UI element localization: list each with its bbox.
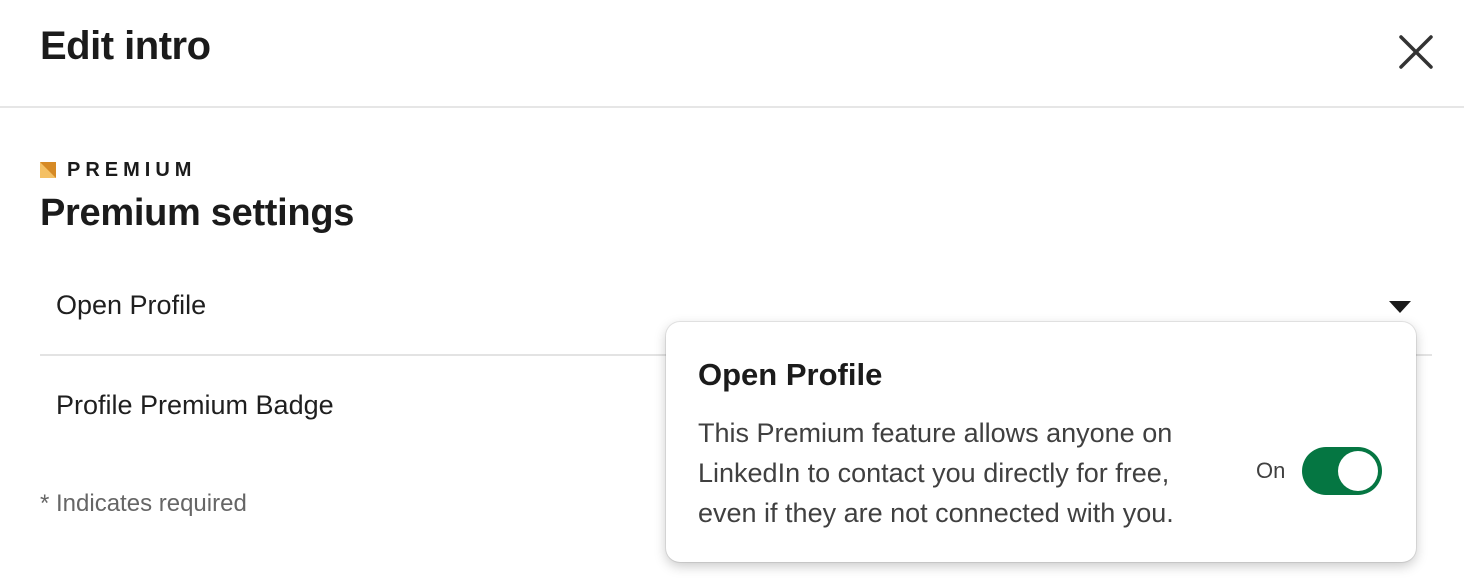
- modal-header: Edit intro: [0, 0, 1464, 108]
- close-button[interactable]: [1392, 28, 1440, 76]
- caret-down-icon[interactable]: [1388, 300, 1412, 314]
- premium-label: PREMIUM: [67, 158, 197, 181]
- close-icon: [1399, 35, 1433, 69]
- popover-title: Open Profile: [698, 357, 883, 392]
- toggle-knob: [1338, 451, 1378, 491]
- edit-intro-modal: Edit intro PREMIUM Premium settings Open…: [0, 0, 1464, 580]
- section-title: Premium settings: [40, 192, 355, 234]
- premium-logo-icon: [40, 162, 56, 178]
- setting-label: Open Profile: [56, 290, 207, 320]
- premium-brand: PREMIUM: [40, 158, 196, 182]
- setting-label: Profile Premium Badge: [56, 390, 334, 420]
- open-profile-toggle[interactable]: [1302, 447, 1382, 495]
- popover-description: This Premium feature allows anyone on Li…: [698, 418, 1174, 528]
- open-profile-popover: Open Profile This Premium feature allows…: [666, 322, 1416, 562]
- modal-title: Edit intro: [40, 24, 211, 68]
- required-note: * Indicates required: [40, 490, 247, 517]
- toggle-state-label: On: [1256, 458, 1286, 483]
